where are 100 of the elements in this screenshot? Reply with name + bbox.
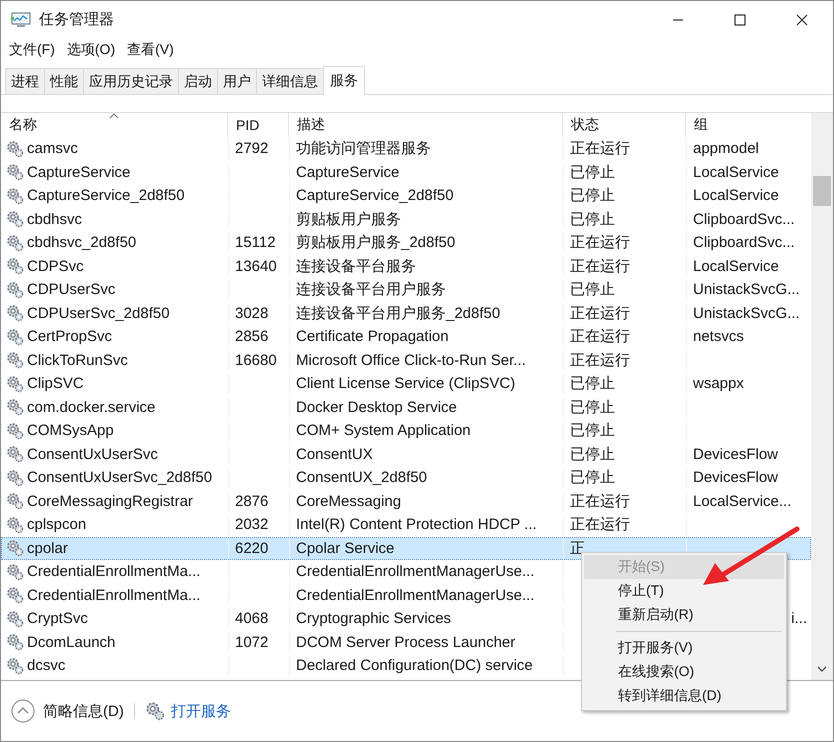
group-cell: netsvcs [693, 328, 744, 346]
service-name: com.docker.service [27, 398, 156, 416]
group-cell: ClipboardSvc... [693, 234, 795, 252]
status-cell: 已停止 [570, 210, 615, 229]
gears-icon [6, 492, 24, 510]
pid-cell: 6220 [235, 540, 268, 557]
gears-icon [6, 610, 24, 628]
pid-cell: 2792 [235, 140, 268, 158]
gears-icon [6, 633, 24, 652]
group-cell: ClipboardSvc... [693, 210, 795, 228]
group-cell: appmodel [693, 140, 759, 158]
pid-cell: 1072 [235, 634, 268, 651]
description-cell: CredentialEnrollmentManagerUse... [296, 586, 534, 604]
pid-cell: 2032 [235, 516, 268, 534]
service-name: DcomLaunch [27, 634, 116, 651]
maximize-icon [734, 14, 746, 26]
group-cell: UnistackSvcG... [693, 281, 800, 298]
pid-cell: 3028 [235, 304, 268, 322]
group-cell: LocalService [693, 187, 779, 204]
service-name: ConsentUxUserSvc [27, 446, 158, 463]
gears-icon [6, 328, 24, 346]
gears-icon [6, 422, 24, 440]
service-name: CredentialEnrollmentMa... [27, 586, 200, 604]
group-cell: DevicesFlow [693, 446, 778, 463]
pid-cell: 16680 [235, 352, 277, 369]
tab[interactable]: 详细信息 [256, 68, 324, 94]
gears-icon [6, 445, 24, 464]
open-services-link[interactable]: 打开服务 [170, 702, 231, 720]
gears-icon [6, 398, 24, 416]
status-cell: 已停止 [570, 280, 615, 300]
service-name: camsvc [27, 140, 78, 158]
status-cell: 正在运行 [570, 139, 630, 158]
gears-icon [6, 257, 24, 276]
scroll-thumb[interactable] [813, 176, 831, 206]
gears-icon [6, 210, 24, 228]
context-menu-item[interactable]: 打开服务(V) [584, 636, 784, 660]
service-name: ClipSVC [27, 375, 84, 392]
menu-item[interactable]: 查看(V) [127, 41, 174, 59]
status-cell: 已停止 [570, 186, 615, 206]
gears-icon [6, 304, 24, 322]
scrollbar[interactable] [811, 113, 833, 680]
group-cell: wsappx [693, 375, 744, 392]
service-name: CaptureService_2d8f50 [27, 187, 185, 204]
description-cell: Declared Configuration(DC) service [296, 657, 533, 674]
description-cell: CaptureService_2d8f50 [296, 187, 454, 204]
description-cell: 剪贴板用户服务_2d8f50 [296, 233, 456, 252]
gears-icon [6, 539, 24, 558]
group-cell: DevicesFlow [693, 469, 778, 486]
service-name: COMSysApp [27, 422, 114, 440]
gears-icon [6, 140, 24, 158]
gears-icon [6, 656, 24, 675]
close-icon [796, 14, 808, 26]
gears-icon [6, 586, 24, 604]
column-header[interactable]: 名称 [1, 113, 228, 137]
column-header[interactable]: 状态 [563, 113, 686, 137]
service-name: CDPSvc [27, 258, 84, 275]
description-cell: Docker Desktop Service [296, 398, 457, 416]
description-cell: CredentialEnrollmentManagerUse... [296, 563, 534, 580]
tab[interactable]: 用户 [217, 68, 257, 94]
service-name: CredentialEnrollmentMa... [27, 563, 200, 580]
service-name: cbdhsvc [27, 210, 82, 228]
tab[interactable]: 服务 [323, 66, 365, 95]
service-name: ClickToRunSvc [27, 352, 128, 369]
pid-cell: 13640 [235, 258, 277, 275]
menu-item[interactable]: 选项(O) [66, 41, 116, 59]
service-name: ConsentUxUserSvc_2d8f50 [27, 469, 212, 486]
service-name: CertPropSvc [27, 328, 112, 346]
gears-icon [6, 516, 24, 534]
service-name: cbdhsvc_2d8f50 [27, 234, 136, 252]
gears-icon [6, 374, 24, 393]
service-name: CoreMessagingRegistrar [27, 492, 193, 510]
status-cell: 已停止 [570, 162, 615, 182]
context-menu-item[interactable]: 停止(T) [584, 579, 784, 603]
sort-icon [109, 113, 119, 119]
column-header[interactable]: PID [228, 113, 289, 137]
service-name: cpolar [27, 540, 68, 557]
tab[interactable]: 应用历史记录 [83, 68, 179, 94]
status-cell: 已停止 [570, 468, 615, 488]
gears-icon [6, 280, 24, 299]
context-menu-item[interactable]: 转到详细信息(D) [584, 684, 784, 708]
status-cell: 正在运行 [570, 233, 630, 252]
context-menu-item[interactable]: 在线搜索(O) [584, 660, 784, 684]
pid-cell: 2856 [235, 328, 268, 346]
summary-button[interactable]: 简略信息(D) [11, 699, 124, 723]
scroll-down-icon[interactable] [817, 666, 828, 672]
description-cell: ConsentUX [296, 446, 373, 463]
tab[interactable]: 启动 [178, 68, 218, 94]
gears-icon [6, 468, 24, 487]
tab[interactable]: 性能 [44, 68, 84, 94]
service-name: dcsvc [27, 657, 66, 674]
description-cell: Certificate Propagation [296, 328, 449, 346]
tab[interactable]: 进程 [5, 68, 45, 94]
group-cell: LocalService... [693, 492, 792, 510]
group-cell: LocalService [693, 164, 779, 181]
monitor-icon [11, 12, 31, 28]
description-cell: 功能访问管理器服务 [296, 139, 431, 158]
menu-item[interactable]: 文件(F) [9, 41, 55, 59]
column-header[interactable]: 描述 [289, 113, 563, 137]
service-name: CaptureService [27, 164, 130, 181]
description-cell: 连接设备平台用户服务 [296, 280, 446, 300]
